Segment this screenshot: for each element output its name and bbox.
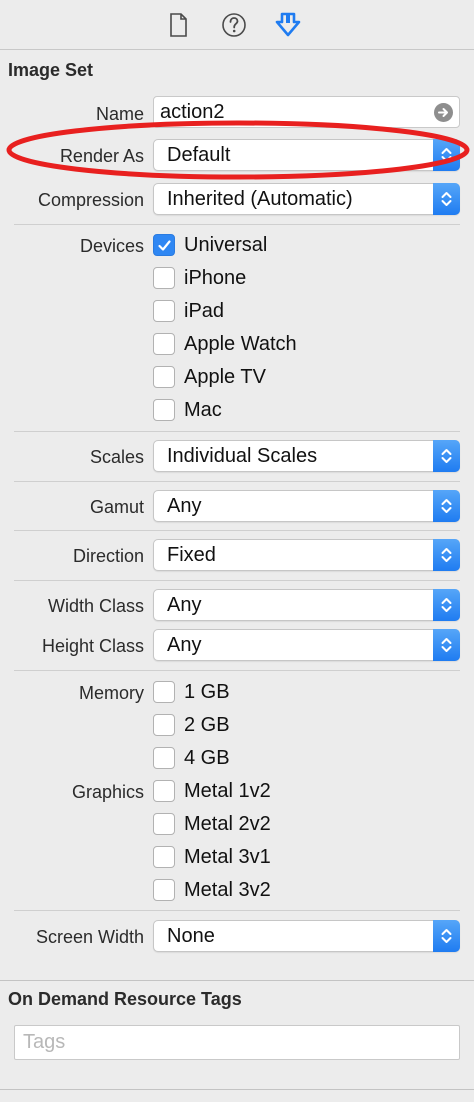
tags-input[interactable]: Tags [14,1025,460,1060]
width-class-value: Any [167,594,202,616]
divider [14,670,460,671]
device-checkbox-label: iPad [184,300,225,322]
popup-chevron-icon [433,490,460,522]
memory-label: Memory [78,683,144,703]
attributes-inspector-icon[interactable] [273,10,303,40]
compression-popup[interactable]: Inherited (Automatic) [153,183,460,215]
device-checkbox-label: Universal [184,234,268,256]
devices-label: Devices [79,236,144,256]
compression-label: Compression [37,190,144,210]
compression-value: Inherited (Automatic) [167,188,353,210]
help-icon[interactable] [219,10,249,40]
gamut-value: Any [167,495,202,517]
inspector-tab-bar [0,0,474,50]
graphics-label: Graphics [71,782,144,802]
gamut-label: Gamut [89,497,144,517]
popup-chevron-icon [433,183,460,215]
divider [14,431,460,432]
width-class-popup[interactable]: Any [153,589,460,621]
device-checkbox-label: iPhone [184,267,247,289]
screen-width-label: Screen Width [35,927,144,947]
screen-width-popup[interactable]: None [153,920,460,952]
device-checkbox-label: Apple TV [184,366,266,388]
device-checkbox[interactable] [153,267,175,289]
divider [14,580,460,581]
memory-checkbox[interactable] [153,681,175,703]
graphics-checkbox-label: Metal 3v1 [184,846,271,868]
device-checkbox[interactable] [153,300,175,322]
graphics-checkbox[interactable] [153,846,175,868]
scales-popup[interactable]: Individual Scales [153,440,460,472]
device-checkbox[interactable] [153,333,175,355]
memory-checkbox-label: 1 GB [184,681,230,703]
scales-label: Scales [89,447,144,467]
memory-checkbox[interactable] [153,747,175,769]
on-demand-title: On Demand Resource Tags [8,989,242,1009]
height-class-label: Height Class [41,636,144,656]
width-class-label: Width Class [47,596,144,616]
section-divider [0,980,474,981]
device-checkbox[interactable] [153,399,175,421]
device-checkbox[interactable] [153,366,175,388]
divider [14,481,460,482]
divider [14,910,460,911]
graphics-checkbox-label: Metal 3v2 [184,879,271,901]
divider [14,530,460,531]
device-checkbox-label: Mac [184,399,222,421]
memory-checkbox-label: 4 GB [184,747,230,769]
scales-value: Individual Scales [167,445,318,467]
popup-chevron-icon [433,589,460,621]
gamut-popup[interactable]: Any [153,490,460,522]
direction-popup[interactable]: Fixed [153,539,460,571]
annotation-ellipse [6,120,470,180]
divider [14,224,460,225]
section-divider [0,1089,474,1090]
graphics-checkbox[interactable] [153,780,175,802]
graphics-checkbox-label: Metal 1v2 [184,780,271,802]
memory-checkbox[interactable] [153,714,175,736]
graphics-checkbox-label: Metal 2v2 [184,813,271,835]
popup-chevron-icon [433,440,460,472]
file-icon[interactable] [163,10,193,40]
popup-chevron-icon [433,920,460,952]
section-title: Image Set [8,60,94,80]
direction-label: Direction [72,546,144,566]
popup-chevron-icon [433,629,460,661]
height-class-value: Any [167,634,202,656]
graphics-checkbox[interactable] [153,879,175,901]
direction-value: Fixed [167,544,216,566]
graphics-checkbox[interactable] [153,813,175,835]
checkmark-icon [158,240,171,251]
height-class-popup[interactable]: Any [153,629,460,661]
device-checkbox[interactable] [153,234,175,256]
memory-checkbox-label: 2 GB [184,714,230,736]
popup-chevron-icon [433,539,460,571]
screen-width-value: None [167,925,215,947]
device-checkbox-label: Apple Watch [184,333,297,355]
